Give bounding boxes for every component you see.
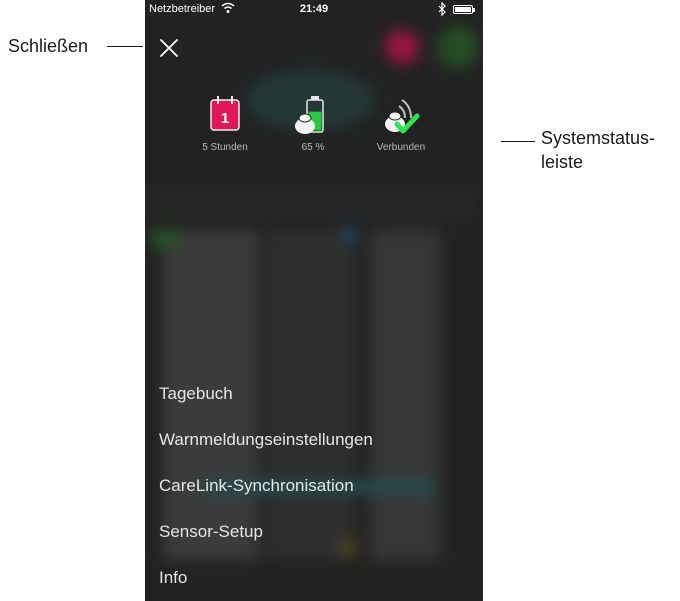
close-icon[interactable] bbox=[157, 36, 181, 60]
callout-status-line bbox=[501, 141, 535, 142]
menu-item-carelink-sync[interactable]: CareLink-Synchronisation bbox=[159, 470, 373, 516]
main-menu: Tagebuch Warnmeldungseinstellungen CareL… bbox=[159, 378, 373, 601]
bluetooth-icon bbox=[438, 2, 446, 16]
calendar-badge: 1 bbox=[221, 110, 229, 127]
menu-item-info[interactable]: Info bbox=[159, 562, 373, 601]
calendar-icon: 1 bbox=[210, 96, 240, 131]
callout-close-label: Schließen bbox=[8, 36, 89, 56]
menu-item-warnmeldungseinstellungen[interactable]: Warnmeldungseinstellungen bbox=[159, 424, 373, 470]
status-item-battery[interactable]: 65 % bbox=[268, 94, 358, 153]
status-label-battery: 65 % bbox=[301, 142, 325, 153]
status-label-connection: Verbunden bbox=[376, 142, 426, 153]
ios-status-bar: Netzbetreiber 21:49 bbox=[145, 0, 483, 20]
callout-status-label-line2: leiste bbox=[541, 152, 584, 172]
callout-status-label-line1: Systemstatus- bbox=[541, 128, 656, 148]
callout-status-label: Systemstatus- leiste bbox=[541, 126, 655, 174]
phone-screen: Netzbetreiber 21:49 1 5 Stunden 65 % Ver… bbox=[145, 0, 483, 601]
connection-icon bbox=[385, 99, 420, 134]
status-label-time: 5 Stunden bbox=[202, 142, 248, 153]
menu-item-tagebuch[interactable]: Tagebuch bbox=[159, 378, 373, 424]
menu-item-sensor-setup[interactable]: Sensor-Setup bbox=[159, 516, 373, 562]
device-battery-icon bbox=[453, 5, 475, 14]
status-item-sensor-time[interactable]: 1 5 Stunden bbox=[180, 94, 270, 153]
callout-close-line bbox=[107, 46, 143, 47]
status-item-connection[interactable]: Verbunden bbox=[356, 94, 446, 153]
clock-time: 21:49 bbox=[299, 3, 329, 15]
battery-icon bbox=[295, 96, 324, 134]
